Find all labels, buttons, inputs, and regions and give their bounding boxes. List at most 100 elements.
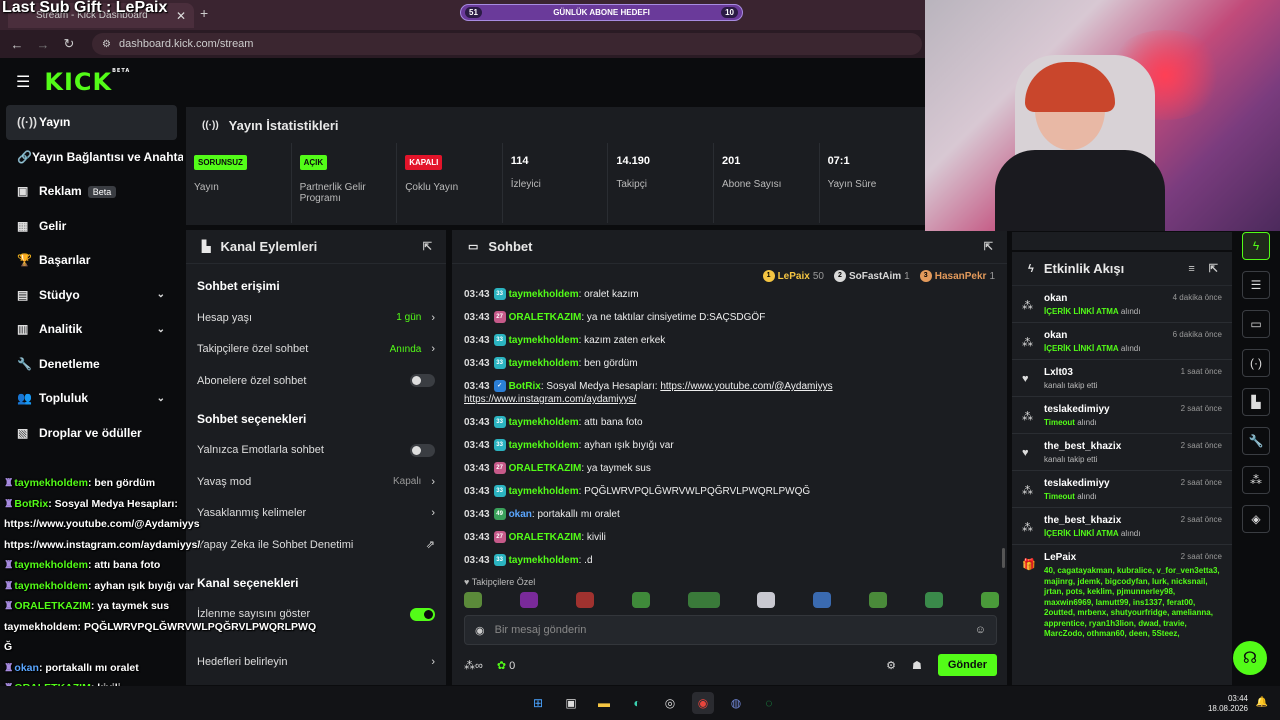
forward-icon[interactable]: → — [30, 37, 56, 52]
emote-icon[interactable] — [813, 592, 832, 608]
chat-message[interactable]: 03:43 33 taymekholdem: oralet kazım — [464, 288, 997, 301]
back-icon[interactable]: ← — [4, 37, 30, 52]
emote-icon[interactable] — [925, 592, 943, 608]
message-user[interactable]: ORALETKAZIM — [509, 463, 582, 474]
subs-only-toggle[interactable] — [410, 374, 435, 388]
emote-only-toggle[interactable] — [410, 443, 435, 457]
message-user[interactable]: taymekholdem — [509, 486, 579, 497]
chat-message[interactable]: 03:43 27 ORALETKAZIM: kivili — [464, 531, 997, 544]
support-headset-icon[interactable]: ☊ — [1233, 641, 1267, 675]
emote-icon[interactable] — [519, 592, 538, 608]
sidebar-item-stream-key[interactable]: 🔗 Yayın Bağlantısı ve Anahtarı — [0, 140, 183, 175]
spotify-icon[interactable]: ◌ — [758, 692, 780, 714]
emote-icon[interactable] — [464, 592, 482, 608]
emote-icon[interactable] — [869, 592, 888, 608]
chat-message[interactable]: 03:43 33 taymekholdem: ben gördüm — [464, 357, 997, 370]
sidebar-item-denetleme[interactable]: 🔧 Denetleme — [0, 347, 183, 382]
popout-icon[interactable]: ⇱ — [423, 240, 432, 253]
url-field[interactable]: ⚙ dashboard.kick.com/stream — [92, 33, 922, 55]
gifter-item[interactable]: 2 SoFastAim 1 — [833, 270, 910, 282]
chat-scrollbar[interactable] — [1002, 548, 1005, 568]
activity-feed-list[interactable]: ⁂ okan 4 dakika önce İÇERİK LİNKİ ATMA alın… — [1012, 286, 1232, 545]
lightning-icon[interactable]: ϟ — [1242, 232, 1270, 260]
emoji-icon[interactable]: ☺ — [975, 624, 986, 636]
actions-icon[interactable]: ▙ — [1242, 388, 1270, 416]
chat-message[interactable]: 03:43 ✓ BotRix: Sosyal Medya Hesapları: ht… — [464, 380, 997, 406]
feed-item[interactable]: ⁂ the_best_khazix 2 saat önce İÇERİK LİNKİ … — [1012, 508, 1232, 545]
account-age-row[interactable]: Hesap yaşı 1 gün › — [186, 302, 446, 334]
chat-message[interactable]: 03:43 33 taymekholdem: kazım zaten erkek — [464, 334, 997, 347]
mod-icon[interactable]: ⁂ — [1242, 466, 1270, 494]
chat-message-list[interactable]: 03:43 33 taymekholdem: oralet kazım 03:43 27… — [452, 288, 997, 568]
chat-message[interactable]: 03:43 33 taymekholdem: PQĞLWRVPQLĞWRVWLPQĞ… — [464, 485, 997, 498]
chat-message[interactable]: 03:43 27 ORALETKAZIM: ya ne taktılar cinsi… — [464, 311, 997, 324]
popout-icon[interactable]: ⇱ — [984, 240, 993, 253]
feed-item[interactable]: ⁂ okan 6 dakika önce İÇERİK LİNKİ ATMA alın… — [1012, 323, 1232, 360]
chrome-icon[interactable]: ◉ — [692, 692, 714, 714]
message-user[interactable]: taymekholdem — [509, 358, 579, 369]
obs-icon[interactable]: ◎ — [659, 692, 681, 714]
message-link[interactable]: https://www.instagram.com/aydamiyys/ — [464, 394, 636, 405]
message-user[interactable]: BotRix — [509, 381, 541, 392]
feed-item[interactable]: ⁂ teslakedimiyy 2 saat önce Timeout alındı — [1012, 397, 1232, 434]
feed-item[interactable]: ⁂ okan 4 dakika önce İÇERİK LİNKİ ATMA alın… — [1012, 286, 1232, 323]
emote-icon[interactable] — [757, 592, 776, 608]
mod-actions-icon[interactable]: ☗ — [912, 659, 922, 672]
windows-start-icon[interactable]: ⊞ — [527, 692, 549, 714]
notification-bell-icon[interactable]: 🔔 — [1256, 697, 1268, 708]
message-user[interactable]: taymekholdem — [509, 335, 579, 346]
send-button[interactable]: Gönder — [937, 654, 997, 676]
wrench-icon[interactable]: 🔧 — [1242, 427, 1270, 455]
feed-item[interactable]: ♥ Lxlt03 1 saat önce kanalı takip etti — [1012, 360, 1232, 397]
taskbar-clock[interactable]: 03:44 18.08.2026 — [1208, 694, 1248, 714]
kick-logo[interactable]: KICKBETA — [44, 68, 130, 96]
message-user[interactable]: ORALETKAZIM — [509, 312, 582, 323]
emote-icon[interactable] — [631, 592, 650, 608]
chat-message[interactable]: 03:43 33 taymekholdem: attı bana foto — [464, 416, 997, 429]
message-user[interactable]: taymekholdem — [509, 555, 579, 566]
reload-icon[interactable]: ↻ — [56, 36, 82, 52]
menu-icon[interactable]: ☰ — [16, 72, 30, 92]
feed-item-gift[interactable]: 🎁 LePaix 2 saat önce 40, cagatayakman, k… — [1012, 545, 1232, 646]
new-tab-icon[interactable]: + — [200, 5, 208, 21]
message-user[interactable]: taymekholdem — [509, 289, 579, 300]
site-info-icon[interactable]: ⚙ — [102, 39, 111, 50]
list-icon[interactable]: ☰ — [1242, 271, 1270, 299]
chat-message[interactable]: 03:43 27 ORALETKAZIM: ya taymek sus — [464, 462, 997, 475]
sidebar-item-droplar[interactable]: ▧ Droplar ve ödüller — [0, 416, 183, 451]
chat-message[interactable]: 03:43 33 taymekholdem: ayhan ışık bıyığı v… — [464, 439, 997, 452]
gifter-item[interactable]: 1 LePaix 50 — [762, 270, 824, 282]
sidebar-item-reklam[interactable]: ▣ Reklam Beta — [0, 174, 183, 209]
emote-icon[interactable] — [687, 592, 720, 608]
discord-icon[interactable]: ◍ — [725, 692, 747, 714]
message-user[interactable]: okan — [509, 509, 532, 520]
tab-close-icon[interactable]: ✕ — [176, 9, 186, 23]
sidebar-item-basarilar[interactable]: 🏆 Başarılar — [0, 243, 183, 278]
channel-points[interactable]: ✿ 0 — [497, 659, 515, 672]
shield-icon[interactable]: ◈ — [1242, 505, 1270, 533]
sidebar-item-yayin[interactable]: ((·)) Yayın — [6, 105, 177, 140]
broadcast-icon[interactable]: (·) — [1242, 349, 1270, 377]
sidebar-item-topluluk[interactable]: 👥 Topluluk ⌄ — [0, 381, 183, 416]
message-user[interactable]: taymekholdem — [509, 440, 579, 451]
file-explorer-icon[interactable]: ▬ — [593, 692, 615, 714]
filter-icon[interactable]: ≡ — [1188, 263, 1194, 275]
sidebar-item-studyo[interactable]: ▤ Stüdyo ⌄ — [0, 278, 183, 313]
message-link[interactable]: https://www.youtube.com/@Aydamiyys — [660, 381, 832, 392]
message-user[interactable]: taymekholdem — [509, 417, 579, 428]
gifter-item[interactable]: 3 HasanPekr 1 — [919, 270, 995, 282]
show-viewers-toggle[interactable] — [410, 607, 435, 621]
edge-icon[interactable]: ◐ — [626, 692, 648, 714]
chat-message[interactable]: 03:43 49 okan: portakallı mı oralet — [464, 508, 997, 521]
feed-item[interactable]: ⁂ teslakedimiyy 2 saat önce Timeout alındı — [1012, 471, 1232, 508]
sidebar-item-gelir[interactable]: ▦ Gelir — [0, 209, 183, 244]
message-user[interactable]: ORALETKAZIM — [509, 532, 582, 543]
sidebar-item-analitik[interactable]: ▥ Analitik ⌄ — [0, 312, 183, 347]
feed-item[interactable]: ♥ the_best_khazix 2 saat önce kanalı takip … — [1012, 434, 1232, 471]
chat-icon[interactable]: ▭ — [1242, 310, 1270, 338]
popout-icon[interactable]: ⇱ — [1209, 262, 1218, 275]
followers-only-row[interactable]: Takipçilere özel sohbet Anında › — [186, 334, 446, 366]
mod-tools-icon[interactable]: ⁂∞ — [464, 659, 483, 672]
chat-input[interactable]: ◉ Bir mesaj gönderin ☺ — [464, 615, 997, 645]
task-view-icon[interactable]: ▣ — [560, 692, 582, 714]
